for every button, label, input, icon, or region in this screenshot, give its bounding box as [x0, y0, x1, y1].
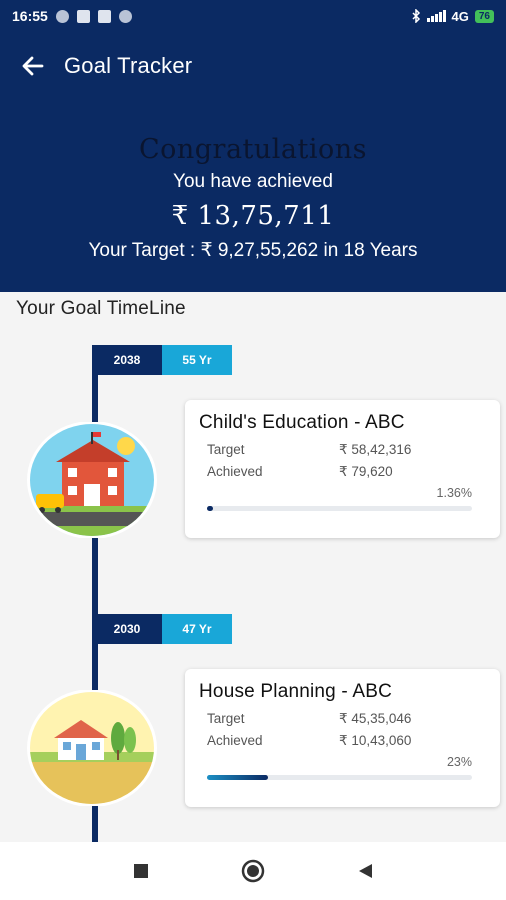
- year-tag: 2038 55 Yr: [92, 345, 232, 375]
- notification-dot-icon: [55, 9, 69, 23]
- bluetooth-icon: [412, 9, 420, 23]
- battery-icon: 76: [474, 9, 494, 23]
- goal-progress-bar: [207, 506, 472, 511]
- target-value: ₹ 58,42,316: [339, 442, 412, 457]
- goal-year: 2038: [92, 345, 162, 375]
- goal-percent: 23%: [446, 755, 472, 769]
- status-bar: 16:55 4G 76: [0, 0, 506, 32]
- goal-progress-fill: [207, 506, 213, 511]
- goal-progress-fill: [207, 775, 268, 780]
- goal-card[interactable]: Child's Education - ABC Target ₹ 58,42,3…: [185, 400, 500, 538]
- status-bar-right: 4G 76: [411, 9, 494, 24]
- signal-icon: [426, 10, 446, 22]
- target-label: Target: [207, 442, 245, 457]
- recents-square-icon[interactable]: [126, 856, 156, 886]
- house-icon: [27, 690, 157, 806]
- goal-timeline[interactable]: Your Goal TimeLine 2038 55 Yr Child's Ed…: [0, 292, 506, 842]
- page-title: Goal Tracker: [64, 53, 193, 78]
- back-triangle-icon[interactable]: [350, 856, 380, 886]
- goal-name: House Planning - ABC: [199, 681, 393, 702]
- goal-age: 47 Yr: [162, 614, 232, 644]
- goal-card[interactable]: House Planning - ABC Target ₹ 45,35,046 …: [185, 669, 500, 807]
- school-icon: [27, 422, 157, 538]
- header: Goal Tracker Congratulations You have ac…: [0, 32, 506, 292]
- target-value: ₹ 45,35,046: [339, 711, 412, 726]
- achieved-value: ₹ 79,620: [339, 464, 393, 479]
- system-nav-bar: [0, 842, 506, 900]
- goal-target-row: Target ₹ 58,42,316: [199, 442, 486, 458]
- year-tag: 2030 47 Yr: [92, 614, 232, 644]
- target-label: Target: [207, 711, 245, 726]
- toolbar: Goal Tracker: [0, 32, 506, 100]
- goal-target-row: Target ₹ 45,35,046: [199, 711, 486, 727]
- network-type: 4G: [451, 8, 469, 24]
- achieved-value: ₹ 10,43,060: [339, 733, 412, 748]
- congrats-heading: Congratulations: [138, 134, 368, 165]
- status-time: 16:55: [12, 8, 48, 24]
- back-arrow-icon[interactable]: [20, 53, 46, 79]
- goal-name: Child's Education - ABC: [199, 412, 405, 433]
- trash-icon: [97, 9, 111, 23]
- notification-dot-icon: [118, 9, 132, 23]
- timeline-title: Your Goal TimeLine: [16, 298, 186, 319]
- goal-percent: 1.36%: [436, 486, 472, 500]
- achieved-label: You have achieved: [173, 171, 333, 192]
- usb-icon: [76, 9, 90, 23]
- goal-progress-bar: [207, 775, 472, 780]
- goal-achieved-row: Achieved ₹ 79,620: [199, 464, 486, 480]
- goal-year: 2030: [92, 614, 162, 644]
- achievement-summary: Congratulations You have achieved ₹ 13,7…: [0, 134, 506, 262]
- goal-achieved-row: Achieved ₹ 10,43,060: [199, 733, 486, 749]
- status-bar-left: 16:55: [12, 8, 132, 24]
- achieved-label: Achieved: [207, 464, 263, 479]
- achieved-amount: ₹ 13,75,711: [171, 201, 335, 231]
- goal-age: 55 Yr: [162, 345, 232, 375]
- achieved-label: Achieved: [207, 733, 263, 748]
- home-circle-icon[interactable]: [238, 856, 268, 886]
- target-summary: Your Target : ₹ 9,27,55,262 in 18 Years: [88, 240, 418, 261]
